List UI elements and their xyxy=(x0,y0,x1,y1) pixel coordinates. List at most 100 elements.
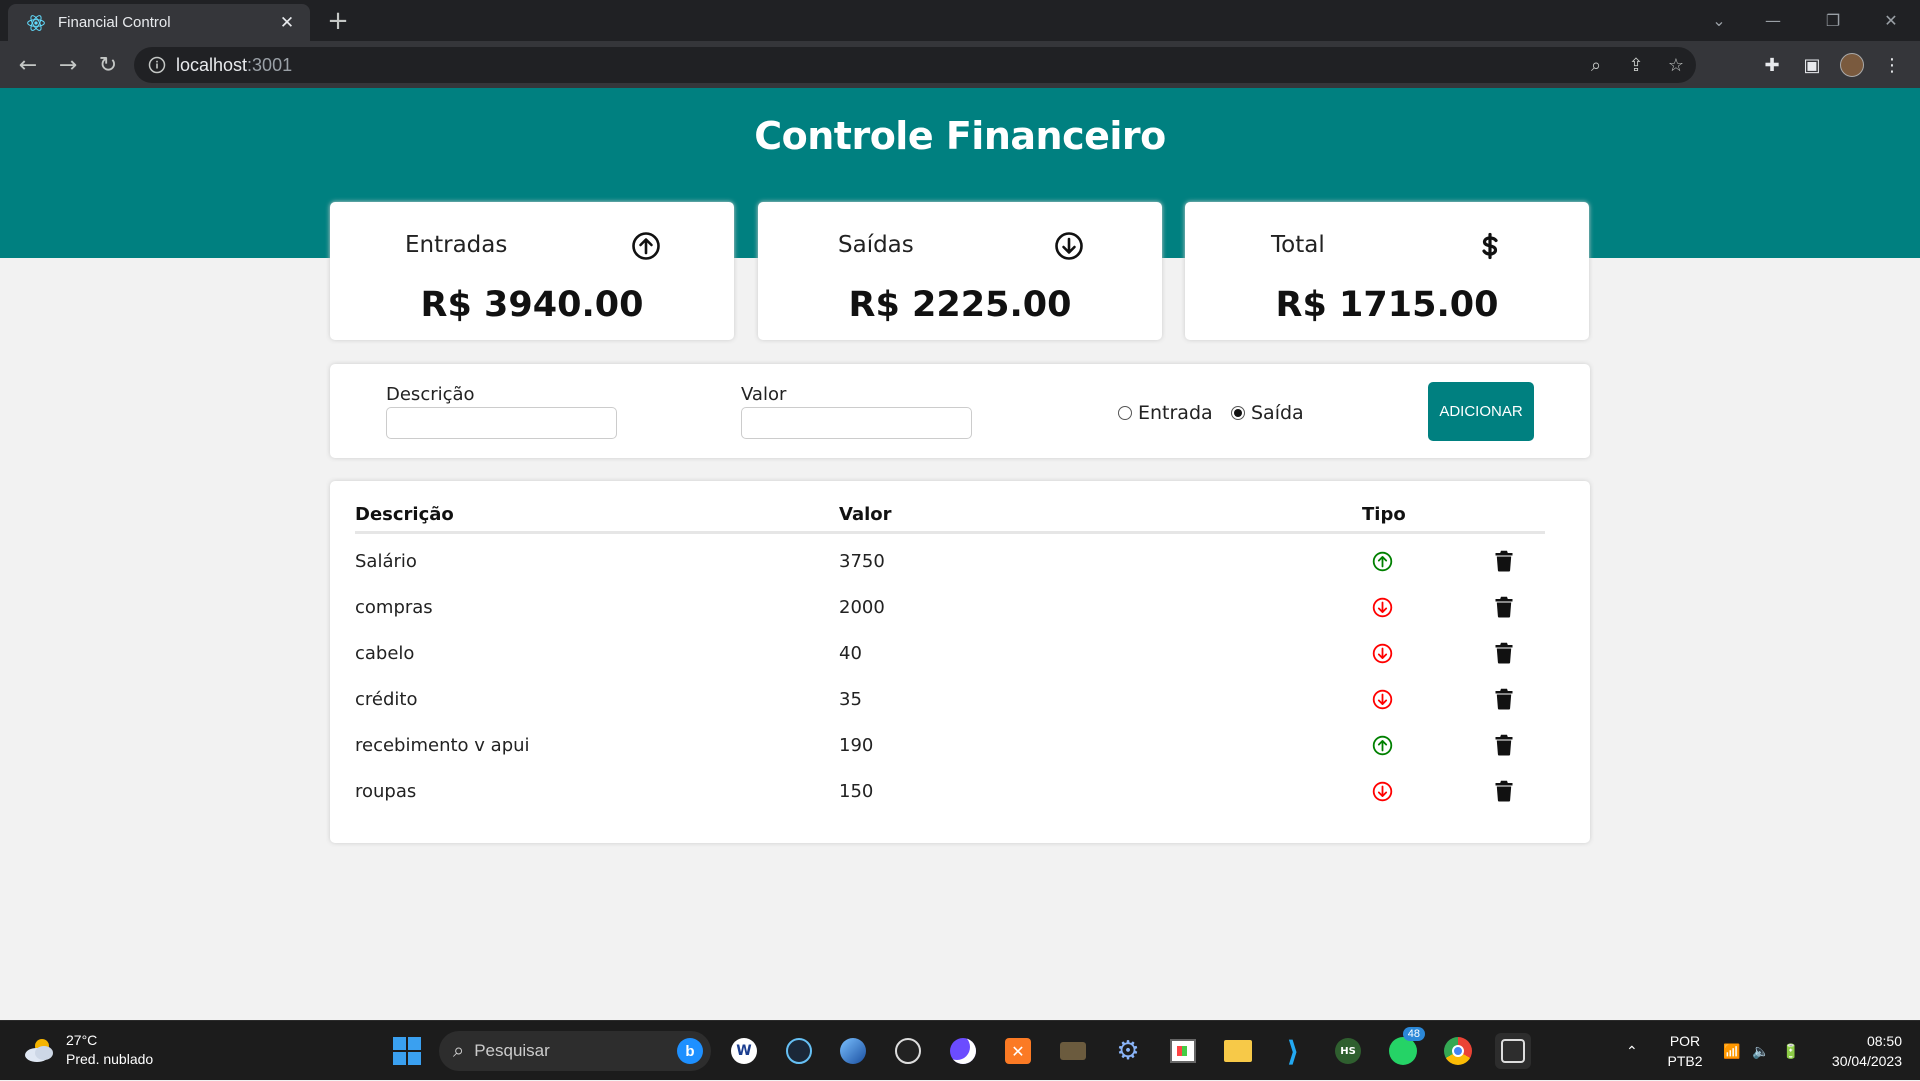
expense-card-label: Saídas xyxy=(838,232,914,258)
app-icon-writer[interactable]: W xyxy=(726,1033,762,1069)
arrow-down-circle-icon xyxy=(1055,232,1083,260)
language-indicator[interactable]: POR PTB2 xyxy=(1665,1031,1705,1071)
delete-trash-icon[interactable] xyxy=(1495,642,1513,664)
snipping-tool-icon[interactable] xyxy=(1495,1033,1531,1069)
whatsapp-icon[interactable]: 48 xyxy=(1385,1027,1425,1069)
side-panel-icon[interactable]: ▣ xyxy=(1796,49,1828,81)
table-row: compras 2000 xyxy=(330,585,1590,631)
dollar-icon xyxy=(1482,232,1498,260)
transactions-table: Descrição Valor Tipo Salário 3750 compras 2… xyxy=(330,481,1590,843)
row-description: crédito xyxy=(355,689,418,710)
app-icon-moon[interactable] xyxy=(945,1033,981,1069)
minimize-icon[interactable]: — xyxy=(1750,0,1796,41)
site-info-icon[interactable] xyxy=(148,56,166,74)
expense-card-value: R$ 2225.00 xyxy=(848,285,1072,325)
radio-income-circle[interactable] xyxy=(1118,406,1132,420)
app-icon-hs[interactable]: HS xyxy=(1330,1033,1366,1069)
app-page: Controle Financeiro Entradas R$ 3940.00 … xyxy=(0,88,1920,1020)
window-close-icon[interactable]: ✕ xyxy=(1868,0,1914,41)
amount-input[interactable] xyxy=(741,407,972,439)
expense-arrow-down-icon xyxy=(1372,689,1393,710)
app-icon-game[interactable] xyxy=(1055,1033,1091,1069)
table-row: roupas 150 xyxy=(330,769,1590,815)
wifi-icon[interactable]: 📶 xyxy=(1723,1021,1740,1081)
total-card: Total R$ 1715.00 xyxy=(1185,202,1589,340)
bookmark-star-icon[interactable]: ☆ xyxy=(1656,55,1696,76)
expense-arrow-down-icon xyxy=(1372,643,1393,664)
table-row: recebimento v apui 190 xyxy=(330,723,1590,769)
tray-overflow-icon[interactable]: ⌃ xyxy=(1626,1021,1638,1081)
radio-income[interactable]: Entrada xyxy=(1118,402,1213,424)
restore-icon[interactable]: ❐ xyxy=(1810,0,1856,41)
tab-close-icon[interactable]: ✕ xyxy=(276,13,298,33)
delete-trash-icon[interactable] xyxy=(1495,596,1513,618)
radio-expense[interactable]: Saída xyxy=(1231,402,1304,424)
row-value: 150 xyxy=(839,781,874,802)
extensions-icon[interactable]: ✚ xyxy=(1756,49,1788,81)
delete-trash-icon[interactable] xyxy=(1495,780,1513,802)
react-icon xyxy=(27,14,45,31)
column-header-type: Tipo xyxy=(1362,504,1406,525)
reload-icon[interactable]: ↻ xyxy=(92,49,124,81)
row-value: 2000 xyxy=(839,597,885,618)
settings-gear-icon[interactable]: ⚙ xyxy=(1110,1033,1146,1069)
income-arrow-up-icon xyxy=(1372,551,1393,572)
transaction-form: Descrição Valor Entrada Saída ADICIONAR xyxy=(330,364,1590,458)
tab-search-icon[interactable]: ⌄ xyxy=(1696,0,1742,41)
new-tab-icon[interactable]: + xyxy=(324,8,352,34)
app-icon-globe[interactable] xyxy=(835,1033,871,1069)
description-input[interactable] xyxy=(386,407,617,439)
profile-avatar[interactable] xyxy=(1836,49,1868,81)
xampp-icon[interactable]: ✕ xyxy=(1000,1033,1036,1069)
vscode-icon[interactable]: ⟩ xyxy=(1275,1033,1311,1069)
delete-trash-icon[interactable] xyxy=(1495,688,1513,710)
delete-trash-icon[interactable] xyxy=(1495,550,1513,572)
table-row: Salário 3750 xyxy=(330,539,1590,585)
income-card-label: Entradas xyxy=(405,232,508,258)
share-icon[interactable]: ⇪ xyxy=(1616,55,1656,76)
chrome-icon[interactable] xyxy=(1440,1033,1476,1069)
description-label: Descrição xyxy=(386,384,475,405)
address-bar[interactable]: localhost:3001 ⌕ ⇪ ☆ xyxy=(134,47,1696,83)
app-icon-window[interactable] xyxy=(1165,1033,1201,1069)
column-header-description: Descrição xyxy=(355,504,454,525)
amount-label: Valor xyxy=(741,384,787,405)
page-title: Controle Financeiro xyxy=(754,114,1166,158)
expense-arrow-down-icon xyxy=(1372,597,1393,618)
bing-icon[interactable]: b xyxy=(677,1038,703,1064)
taskbar-search[interactable]: ⌕ Pesquisar b xyxy=(439,1031,711,1071)
weather-widget[interactable]: 27°C Pred. nublado xyxy=(22,1031,153,1069)
cloudy-weather-icon xyxy=(25,1039,53,1062)
delete-trash-icon[interactable] xyxy=(1495,734,1513,756)
radio-expense-label: Saída xyxy=(1251,402,1304,424)
steam-icon[interactable] xyxy=(781,1033,817,1069)
menu-kebab-icon[interactable]: ⋮ xyxy=(1876,49,1908,81)
row-description: Salário xyxy=(355,551,417,572)
search-placeholder: Pesquisar xyxy=(474,1041,550,1060)
income-card: Entradas R$ 3940.00 xyxy=(330,202,734,340)
whatsapp-badge: 48 xyxy=(1402,1027,1425,1041)
file-explorer-icon[interactable] xyxy=(1220,1033,1256,1069)
weather-desc: Pred. nublado xyxy=(66,1051,154,1067)
system-clock[interactable]: 08:50 30/04/2023 xyxy=(1818,1031,1902,1071)
add-button[interactable]: ADICIONAR xyxy=(1428,382,1534,441)
row-description: cabelo xyxy=(355,643,415,664)
table-row: crédito 35 xyxy=(330,677,1590,723)
row-description: recebimento v apui xyxy=(355,735,530,756)
search-icon: ⌕ xyxy=(453,1039,465,1062)
forward-icon[interactable]: → xyxy=(52,49,84,81)
windows-start-icon[interactable] xyxy=(389,1033,425,1069)
browser-tab[interactable]: Financial Control ✕ xyxy=(8,4,310,41)
zoom-icon[interactable]: ⌕ xyxy=(1576,55,1616,76)
obs-icon[interactable] xyxy=(890,1033,926,1069)
expense-card: Saídas R$ 2225.00 xyxy=(758,202,1162,340)
volume-icon[interactable]: 🔈 xyxy=(1752,1021,1769,1081)
total-card-label: Total xyxy=(1271,232,1325,258)
row-value: 190 xyxy=(839,735,874,756)
table-row: cabelo 40 xyxy=(330,631,1590,677)
tab-title: Financial Control xyxy=(58,14,171,31)
battery-icon[interactable]: 🔋 xyxy=(1782,1021,1799,1081)
radio-expense-circle[interactable] xyxy=(1231,406,1245,420)
back-icon[interactable]: ← xyxy=(12,49,44,81)
row-value: 40 xyxy=(839,643,862,664)
